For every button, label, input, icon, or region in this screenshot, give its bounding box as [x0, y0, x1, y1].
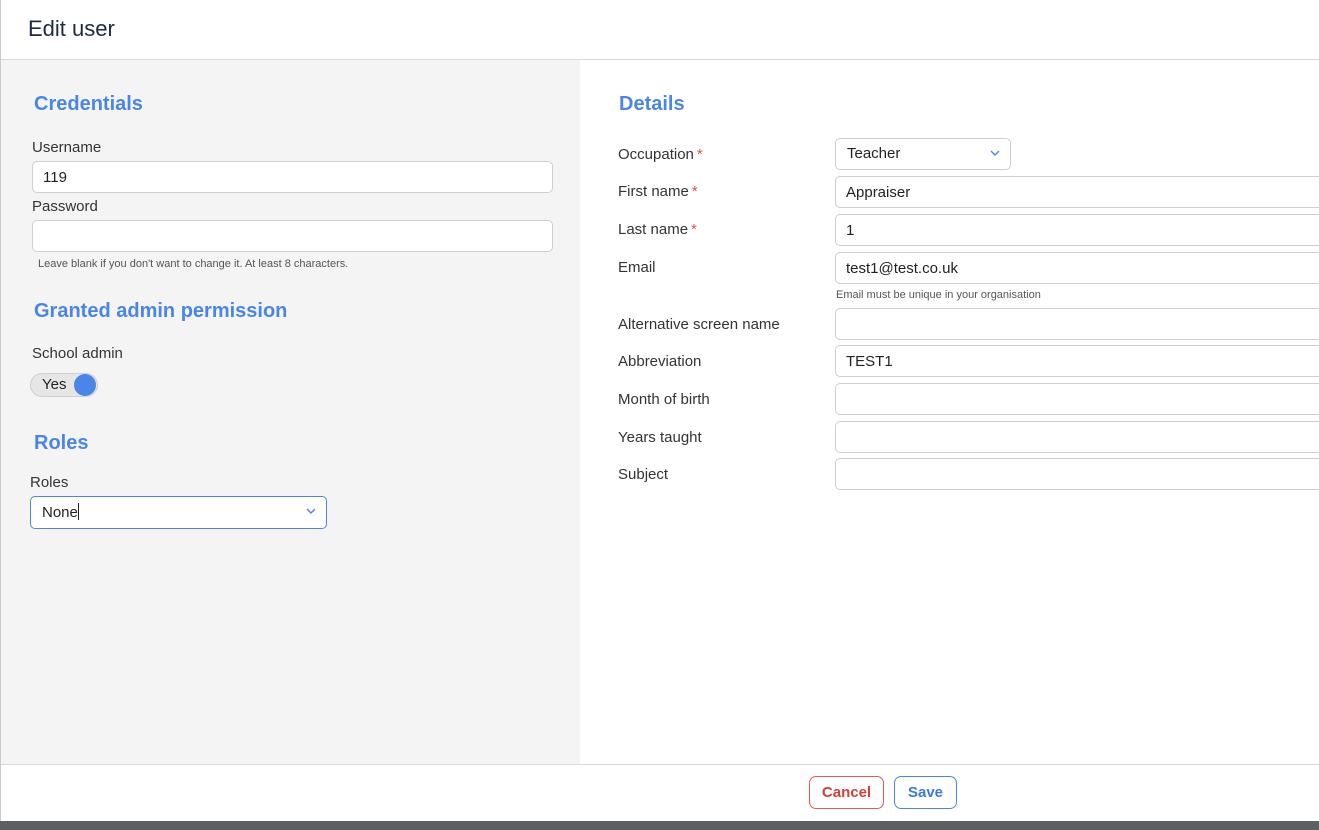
email-label: Email	[618, 259, 656, 276]
abbreviation-input[interactable]	[835, 345, 1319, 377]
cancel-button[interactable]: Cancel	[809, 776, 884, 809]
roles-select-value: None	[42, 504, 78, 521]
month-of-birth-input[interactable]	[835, 383, 1319, 415]
occupation-select-value: Teacher	[847, 145, 901, 162]
details-section-title: Details	[619, 93, 685, 115]
credentials-section-title: Credentials	[34, 93, 143, 115]
edit-user-modal: Edit user Credentials Username Password …	[0, 0, 1319, 821]
last-name-input[interactable]	[835, 214, 1319, 246]
occupation-select[interactable]: Teacher	[835, 138, 1011, 170]
username-label: Username	[32, 139, 102, 156]
abbreviation-label: Abbreviation	[618, 353, 702, 370]
years-taught-label: Years taught	[618, 429, 702, 446]
alt-screen-name-input[interactable]	[835, 308, 1319, 340]
school-admin-toggle-label: Yes	[42, 376, 67, 393]
occupation-label: Occupation *	[618, 146, 703, 163]
first-name-input[interactable]	[835, 176, 1319, 208]
school-admin-toggle[interactable]: Yes	[30, 373, 98, 397]
permissions-section-title: Granted admin permission	[34, 300, 288, 322]
subject-input[interactable]	[835, 458, 1319, 490]
required-marker: *	[691, 183, 698, 200]
text-caret	[77, 503, 79, 520]
chevron-down-icon	[306, 508, 316, 514]
roles-section-title: Roles	[34, 432, 89, 454]
modal-header: Edit user	[1, 0, 1319, 60]
first-name-label-text: First name	[618, 183, 689, 200]
roles-select[interactable]: None	[30, 496, 327, 529]
right-panel: Details Occupation * Teacher First name * …	[580, 60, 1319, 764]
required-marker: *	[691, 221, 697, 238]
last-name-label-text: Last name	[618, 221, 689, 238]
modal-footer: Cancel Save	[1, 764, 1319, 821]
email-help-text: Email must be unique in your organisatio…	[836, 289, 1041, 301]
chevron-down-icon	[990, 150, 1000, 156]
alt-screen-name-label: Alternative screen name	[618, 316, 780, 333]
last-name-label: Last name *	[618, 221, 697, 238]
modal-title: Edit user	[28, 16, 115, 41]
occupation-label-text: Occupation	[618, 146, 694, 163]
password-help-text: Leave blank if you don't want to change …	[38, 258, 349, 270]
school-admin-label: School admin	[32, 345, 123, 362]
years-taught-input[interactable]	[835, 421, 1319, 453]
email-input[interactable]	[835, 252, 1319, 284]
left-panel: Credentials Username Password Leave blan…	[1, 60, 580, 764]
subject-label: Subject	[618, 466, 669, 483]
roles-label: Roles	[30, 474, 69, 491]
backdrop-strip	[0, 821, 1319, 830]
save-button[interactable]: Save	[894, 776, 957, 809]
username-input[interactable]	[32, 161, 553, 193]
toggle-knob	[74, 374, 96, 396]
month-of-birth-label: Month of birth	[618, 391, 710, 408]
password-input[interactable]	[32, 220, 553, 252]
required-marker: *	[696, 146, 703, 163]
password-label: Password	[32, 198, 98, 215]
first-name-label: First name *	[618, 183, 698, 200]
roles-select-value-wrap: None	[42, 503, 79, 521]
